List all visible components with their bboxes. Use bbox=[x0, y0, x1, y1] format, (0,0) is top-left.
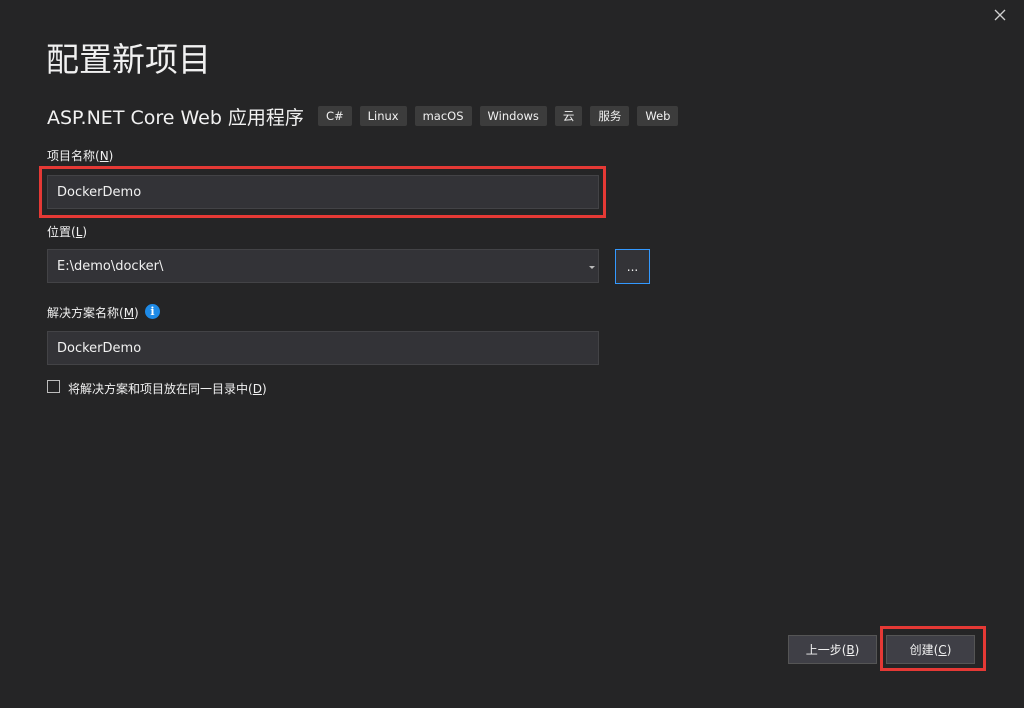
tag-service: 服务 bbox=[590, 106, 630, 126]
location-value: E:\demo\docker\ bbox=[57, 259, 164, 274]
tag-macos: macOS bbox=[414, 106, 472, 126]
tag-web: Web bbox=[637, 106, 679, 126]
location-combobox[interactable]: E:\demo\docker\ bbox=[47, 249, 599, 283]
browse-button[interactable]: ... bbox=[615, 249, 650, 284]
project-name-input[interactable]: DockerDemo bbox=[47, 175, 599, 209]
chevron-down-icon[interactable] bbox=[589, 266, 595, 269]
info-icon[interactable]: i bbox=[145, 304, 160, 319]
create-button[interactable]: 创建(C) bbox=[886, 635, 975, 664]
template-header: ASP.NET Core Web 应用程序 C# Linux macOS Win… bbox=[47, 102, 686, 130]
close-icon bbox=[994, 9, 1006, 21]
tag-csharp: C# bbox=[317, 106, 352, 126]
location-label: 位置(L) bbox=[47, 225, 88, 239]
solution-name-input[interactable]: DockerDemo bbox=[47, 331, 599, 365]
template-name: ASP.NET Core Web 应用程序 bbox=[47, 106, 304, 129]
project-name-label: 项目名称(N) bbox=[47, 149, 114, 163]
back-button[interactable]: 上一步(B) bbox=[788, 635, 877, 664]
same-directory-checkbox[interactable] bbox=[47, 380, 60, 393]
same-directory-label[interactable]: 将解决方案和项目放在同一目录中(D) bbox=[68, 381, 267, 397]
tag-windows: Windows bbox=[479, 106, 547, 126]
tag-linux: Linux bbox=[359, 106, 407, 126]
close-button[interactable] bbox=[988, 4, 1012, 26]
page-title: 配置新项目 bbox=[46, 40, 211, 79]
tag-cloud: 云 bbox=[554, 106, 583, 126]
solution-name-label: 解决方案名称(M) bbox=[47, 306, 139, 320]
